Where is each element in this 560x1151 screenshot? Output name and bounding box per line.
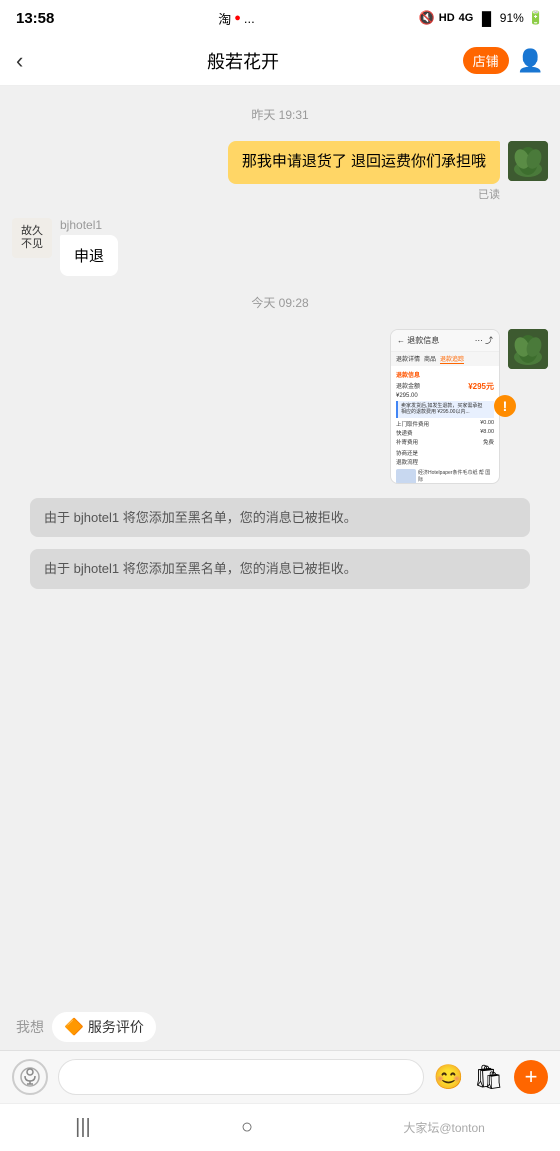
sent-bubble-1: 那我申请退货了 退回运费你们承担哦 [228, 141, 500, 184]
shop-button[interactable]: 店铺 [463, 47, 509, 74]
nav-home-icon[interactable]: ○ [241, 1116, 253, 1139]
system-message-1: 由于 bjhotel1 将您添加至黑名单，您的消息已被拒收。 [30, 498, 530, 538]
bjhotel1-avatar: 故久不见 [12, 218, 52, 258]
received-msg-content-1: bjhotel1 申退 [60, 218, 118, 276]
screenshot-bubble[interactable]: ← 退款信息 ⋯ ⤴ 退款详情 商品 退款追踪 退款信息 退款金额 ¥295元 [390, 329, 500, 484]
suggestion-bar: 我想 🔶 服务评价 [0, 1004, 560, 1050]
emoji-button[interactable]: 😊 [434, 1063, 464, 1092]
sent-message-1: 那我申请退货了 退回运费你们承担哦 已读 [0, 137, 560, 206]
nav-menu-icon[interactable]: ||| [75, 1116, 91, 1139]
image-message-container: ← 退款信息 ⋯ ⤴ 退款详情 商品 退款追踪 退款信息 退款金额 ¥295元 [390, 329, 500, 484]
chip-emoji: 🔶 [64, 1017, 84, 1037]
card-label: 申退 [74, 245, 104, 266]
user-avatar [508, 141, 548, 181]
status-icons: 🔇 HD 4G ▐▌ 91% 🔋 [419, 10, 544, 26]
nav-title: 般若花开 [207, 48, 279, 74]
person-icon[interactable]: 👤 [517, 48, 544, 74]
status-apps: 淘 ● ... [218, 9, 255, 28]
nav-right: 店铺 👤 [463, 47, 544, 74]
sender-name: bjhotel1 [60, 218, 102, 232]
screenshot-header: ← 退款信息 ⋯ ⤴ [391, 330, 499, 352]
top-nav: ‹ 般若花开 店铺 👤 [0, 36, 560, 86]
system-message-2: 由于 bjhotel1 将您添加至黑名单，您的消息已被拒收。 [30, 549, 530, 589]
status-bar: 13:58 淘 ● ... 🔇 HD 4G ▐▌ 91% 🔋 [0, 0, 560, 36]
bottom-nav: ||| ○ 大家坛@tonton [0, 1103, 560, 1151]
voice-button[interactable] [12, 1059, 48, 1095]
timestamp-2: 今天 09:28 [0, 294, 560, 311]
service-review-chip[interactable]: 🔶 服务评价 [52, 1012, 156, 1042]
watermark: 大家坛@tonton [403, 1119, 485, 1136]
plus-button[interactable]: + [514, 1060, 548, 1094]
chat-area: 昨天 19:31 那我申请退货了 退回运费你们承担哦 已读 故久不见 bj [0, 86, 560, 1004]
apply-refund-card[interactable]: 申退 [60, 235, 118, 276]
sent-message-2: ← 退款信息 ⋯ ⤴ 退款详情 商品 退款追踪 退款信息 退款金额 ¥295元 [0, 325, 560, 488]
read-status: 已读 [478, 186, 500, 202]
suggestion-label: 我想 [16, 1017, 44, 1037]
back-button[interactable]: ‹ [16, 48, 23, 74]
input-bar: 😊 🛍 + [0, 1050, 560, 1103]
user-avatar-2 [508, 329, 548, 369]
sent-msg-content-2: ← 退款信息 ⋯ ⤴ 退款详情 商品 退款追踪 退款信息 退款金额 ¥295元 [390, 329, 500, 484]
error-icon: ! [494, 395, 516, 417]
bag-button[interactable]: 🛍 [474, 1063, 504, 1092]
chip-label: 服务评价 [88, 1017, 144, 1037]
received-message-1: 故久不见 bjhotel1 申退 [0, 214, 560, 280]
timestamp-1: 昨天 19:31 [0, 106, 560, 123]
nav-left: ‹ [16, 48, 23, 74]
sent-msg-content-1: 那我申请退货了 退回运费你们承担哦 已读 [228, 141, 500, 202]
message-input[interactable] [58, 1059, 424, 1095]
status-time: 13:58 [16, 10, 54, 27]
